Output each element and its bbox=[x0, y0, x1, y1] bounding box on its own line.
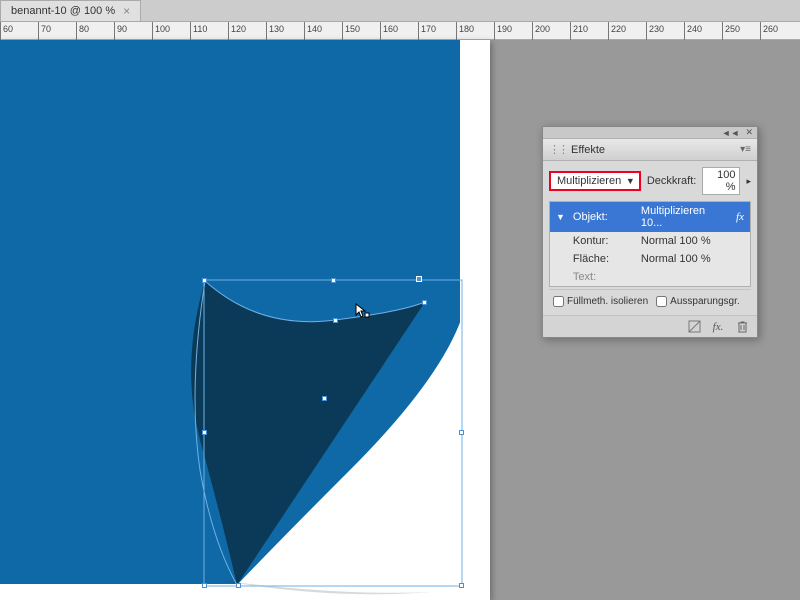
selection-handle[interactable] bbox=[331, 278, 336, 283]
row-label: Text: bbox=[573, 271, 633, 283]
grip-icon: ⋮⋮ bbox=[549, 143, 567, 156]
row-label: Fläche: bbox=[573, 253, 633, 265]
selection-center-handle[interactable] bbox=[416, 276, 422, 282]
ruler-mark: 170 bbox=[418, 22, 436, 40]
ruler-mark: 80 bbox=[76, 22, 89, 40]
blue-rectangle-shape[interactable] bbox=[0, 40, 460, 584]
isolate-blending-checkbox[interactable]: Füllmeth. isolieren bbox=[553, 296, 648, 307]
ruler-mark: 120 bbox=[228, 22, 246, 40]
panel-footer: fx. bbox=[543, 315, 757, 337]
ruler-mark: 200 bbox=[532, 22, 550, 40]
row-label: Kontur: bbox=[573, 235, 633, 247]
effects-row-text: ▼ Text: bbox=[550, 268, 750, 286]
ruler-mark: 230 bbox=[646, 22, 664, 40]
selection-handle[interactable] bbox=[422, 300, 427, 305]
ruler-mark: 110 bbox=[190, 22, 207, 40]
document-tab-title: benannt-10 @ 100 % bbox=[11, 5, 115, 17]
panel-checkboxes: Füllmeth. isolieren Aussparungsgr. bbox=[549, 289, 751, 309]
ruler-mark: 260 bbox=[760, 22, 778, 40]
ruler-mark: 240 bbox=[684, 22, 702, 40]
panel-title: Effekte bbox=[571, 144, 605, 156]
selection-handle[interactable] bbox=[459, 583, 464, 588]
chevron-down-icon: ▼ bbox=[626, 176, 635, 186]
document-tab[interactable]: benannt-10 @ 100 % × bbox=[0, 0, 141, 21]
opacity-flyout-icon[interactable]: ▸ bbox=[746, 176, 751, 187]
panel-menu-icon[interactable]: ▾≡ bbox=[740, 144, 751, 155]
horizontal-ruler: 60 70 80 90 100 110 120 130 140 150 160 170 180 190 20… bbox=[0, 22, 800, 40]
checkbox[interactable] bbox=[553, 296, 564, 307]
panel-header[interactable]: ⋮⋮ Effekte ▾≡ bbox=[543, 139, 757, 161]
clear-effect-icon[interactable] bbox=[687, 320, 701, 334]
checkbox-label: Füllmeth. isolieren bbox=[567, 296, 648, 307]
selection-handle[interactable] bbox=[459, 430, 464, 435]
effects-target-list: ▼ Objekt: Multiplizieren 10... fx ▼ Kont… bbox=[549, 201, 751, 287]
canvas-workspace: ◄◄ ✕ ⋮⋮ Effekte ▾≡ Multiplizieren ▼ Deck… bbox=[0, 40, 800, 600]
selection-handle[interactable] bbox=[202, 583, 207, 588]
row-label: Objekt: bbox=[573, 211, 633, 223]
row-value: Multiplizieren 10... bbox=[641, 205, 728, 229]
blend-mode-dropdown[interactable]: Multiplizieren ▼ bbox=[549, 171, 641, 191]
ruler-mark: 220 bbox=[608, 22, 626, 40]
selection-handle[interactable] bbox=[202, 278, 207, 283]
opacity-label: Deckkraft: bbox=[647, 175, 697, 187]
ruler-mark: 180 bbox=[456, 22, 474, 40]
checkbox-label: Aussparungsgr. bbox=[670, 296, 740, 307]
trash-icon[interactable] bbox=[735, 320, 749, 334]
ruler-mark: 210 bbox=[570, 22, 588, 40]
selection-handle[interactable] bbox=[202, 430, 207, 435]
effects-panel: ◄◄ ✕ ⋮⋮ Effekte ▾≡ Multiplizieren ▼ Deck… bbox=[542, 126, 758, 338]
ruler-mark: 100 bbox=[152, 22, 170, 40]
row-value: Normal 100 % bbox=[641, 235, 744, 247]
row-value: Normal 100 % bbox=[641, 253, 744, 265]
selection-handle[interactable] bbox=[322, 396, 327, 401]
effects-row-kontur[interactable]: ▼ Kontur: Normal 100 % bbox=[550, 232, 750, 250]
ruler-mark: 150 bbox=[342, 22, 360, 40]
opacity-input[interactable]: 100 % bbox=[702, 167, 740, 195]
ruler-mark: 60 bbox=[0, 22, 13, 40]
panel-collapse-icon[interactable]: ◄◄ bbox=[722, 128, 740, 138]
checkbox[interactable] bbox=[656, 296, 667, 307]
ruler-mark: 90 bbox=[114, 22, 127, 40]
fx-badge-icon[interactable]: fx bbox=[736, 211, 744, 223]
ruler-mark: 160 bbox=[380, 22, 398, 40]
selection-handle[interactable] bbox=[236, 583, 241, 588]
document-tab-bar: benannt-10 @ 100 % × bbox=[0, 0, 800, 22]
ruler-mark: 250 bbox=[722, 22, 740, 40]
selection-handle[interactable] bbox=[333, 318, 338, 323]
panel-close-icon[interactable]: ✕ bbox=[745, 127, 753, 138]
ruler-mark: 130 bbox=[266, 22, 284, 40]
ruler-mark: 190 bbox=[494, 22, 512, 40]
close-icon[interactable]: × bbox=[123, 4, 130, 18]
panel-controls: ◄◄ ✕ bbox=[543, 127, 757, 139]
artboard[interactable] bbox=[0, 40, 490, 600]
ruler-mark: 70 bbox=[38, 22, 51, 40]
effects-row-objekt[interactable]: ▼ Objekt: Multiplizieren 10... fx bbox=[550, 202, 750, 232]
add-fx-icon[interactable]: fx. bbox=[711, 320, 725, 334]
disclosure-icon[interactable]: ▼ bbox=[556, 212, 565, 222]
selection-cursor-icon bbox=[355, 303, 371, 319]
effects-row-flaeche[interactable]: ▼ Fläche: Normal 100 % bbox=[550, 250, 750, 268]
blend-mode-value: Multiplizieren bbox=[557, 175, 621, 187]
knockout-group-checkbox[interactable]: Aussparungsgr. bbox=[656, 296, 740, 307]
ruler-mark: 140 bbox=[304, 22, 322, 40]
